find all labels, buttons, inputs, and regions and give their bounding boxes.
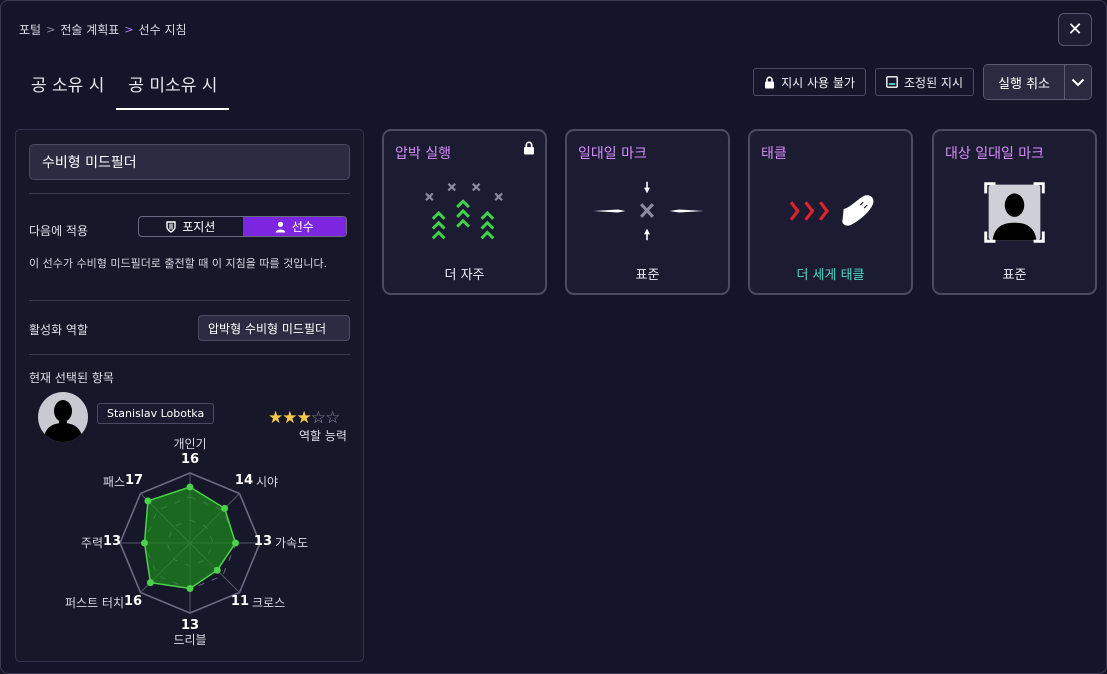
lock-icon bbox=[524, 141, 534, 155]
radar-attribute-value: 16 bbox=[124, 594, 142, 609]
active-role-select[interactable]: 압박형 수비형 미드필더 bbox=[198, 315, 350, 341]
card-title: 일대일 마크 bbox=[578, 146, 647, 162]
tab-in-possession[interactable]: 공 소유 시 bbox=[19, 67, 116, 110]
role-name-field[interactable]: 수비형 미드필더 bbox=[29, 144, 350, 180]
apply-player-option[interactable]: 선수 bbox=[242, 217, 346, 236]
player-name-tag: Stanislav Lobotka bbox=[97, 403, 215, 424]
mark-icon bbox=[593, 181, 704, 241]
adjusted-label: 조정된 지시 bbox=[904, 75, 964, 90]
radar-data-area bbox=[143, 486, 237, 590]
undo-split-button: 실행 취소 bbox=[983, 64, 1092, 100]
radar-point bbox=[232, 539, 239, 547]
radar-attribute-value: 13 bbox=[254, 534, 272, 549]
unavailable-instructions-button[interactable]: 지시 사용 불가 bbox=[753, 68, 866, 96]
apply-position-option[interactable]: 포지션 bbox=[139, 217, 243, 236]
target-mark-icon bbox=[984, 182, 1045, 243]
radar-attribute-label: 시야 bbox=[256, 475, 278, 489]
card-title: 대상 일대일 마크 bbox=[945, 146, 1045, 162]
radar-attribute-label: 개인기 bbox=[173, 437, 206, 451]
radar-point bbox=[146, 579, 154, 587]
card-title: 태클 bbox=[761, 146, 787, 162]
active-role-label: 활성화 역할 bbox=[29, 323, 89, 337]
star-filled-icon: ★ bbox=[268, 408, 283, 428]
shield-icon bbox=[166, 220, 176, 233]
radar-attribute-value: 11 bbox=[231, 594, 249, 609]
attribute-radar-chart: 개인기16시야14가속도13크로스11드리블13퍼스트 터치 16주력 13패스 17 bbox=[65, 437, 308, 647]
card-title: 압박 실행 bbox=[395, 146, 451, 162]
card-target-man-marking[interactable]: 대상 일대일 마크 표준 bbox=[932, 129, 1097, 295]
tackle-icon bbox=[789, 195, 874, 226]
chevron-right-icon: > bbox=[124, 23, 134, 36]
player-instructions-window: 포털 > 전술 계획표 > 선수 지침 ✕ 공 소유 시 공 미소유 시 지시 … bbox=[0, 0, 1107, 674]
radar-attribute-label: 퍼스트 터치 bbox=[65, 596, 124, 610]
radar-attribute-value: 13 bbox=[103, 534, 121, 549]
radar-attribute-value: 17 bbox=[125, 473, 143, 488]
card-tackling[interactable]: 태클 더 세게 태클 bbox=[748, 129, 913, 295]
radar-point bbox=[221, 504, 229, 512]
divider bbox=[29, 300, 350, 301]
undo-dropdown-button[interactable] bbox=[1064, 65, 1091, 99]
apply-to-label: 다음에 적용 bbox=[29, 224, 89, 238]
adjusted-instructions-button[interactable]: 조정된 지시 bbox=[875, 68, 975, 96]
radar-attribute-label: 크로스 bbox=[252, 596, 285, 610]
divider bbox=[29, 193, 350, 194]
chevron-right-icon: > bbox=[46, 23, 56, 36]
card-man-marking[interactable]: 일대일 마크 표준 bbox=[565, 129, 730, 295]
radar-attribute-value: 16 bbox=[181, 452, 199, 467]
role-ability-stars: ★★★☆☆ bbox=[268, 408, 340, 428]
card-pressing[interactable]: 압박 실행 더 자주 bbox=[382, 129, 547, 295]
breadcrumb-tactics[interactable]: 전술 계획표 bbox=[60, 21, 119, 38]
apply-description: 이 선수가 수비형 미드필더로 출전할 때 이 지침을 따를 것입니다. bbox=[29, 257, 328, 270]
radar-point bbox=[186, 483, 194, 491]
unavailable-label: 지시 사용 불가 bbox=[781, 75, 855, 90]
tab-bar: 공 소유 시 공 미소유 시 bbox=[19, 67, 230, 110]
card-value: 더 자주 bbox=[444, 268, 485, 283]
card-value: 표준 bbox=[635, 268, 660, 283]
apply-to-toggle: 포지션 선수 bbox=[138, 216, 347, 237]
radar-point bbox=[144, 497, 152, 505]
radar-point bbox=[186, 585, 194, 592]
person-icon bbox=[275, 221, 285, 232]
press-icon bbox=[425, 182, 503, 240]
undo-button[interactable]: 실행 취소 bbox=[984, 65, 1064, 99]
close-icon: ✕ bbox=[1067, 19, 1083, 40]
card-value: 더 세게 태클 bbox=[796, 268, 865, 283]
star-filled-icon: ★ bbox=[282, 408, 297, 428]
divider bbox=[29, 354, 350, 355]
close-button[interactable]: ✕ bbox=[1058, 13, 1092, 46]
tab-out-of-possession[interactable]: 공 미소유 시 bbox=[116, 67, 230, 110]
star-empty-icon: ☆ bbox=[325, 408, 340, 428]
apply-player-label: 선수 bbox=[291, 220, 314, 234]
star-empty-icon: ☆ bbox=[310, 408, 326, 428]
radar-attribute-label: 드리블 bbox=[173, 633, 206, 647]
role-panel: 수비형 미드필더 다음에 적용 포지션 선수 이 선수가 수비형 미드필더로 출… bbox=[15, 129, 364, 662]
radar-attribute-value: 13 bbox=[181, 618, 199, 633]
radar-attribute-value: 14 bbox=[235, 473, 253, 488]
lock-icon bbox=[765, 76, 775, 88]
radar-point bbox=[213, 566, 221, 574]
chevron-down-icon bbox=[1071, 78, 1085, 86]
breadcrumb-portal[interactable]: 포털 bbox=[19, 21, 41, 38]
star-filled-icon: ★ bbox=[296, 408, 312, 428]
card-value: 표준 bbox=[1002, 268, 1027, 283]
radar-attribute-label: 가속도 bbox=[275, 536, 308, 550]
current-selection-label: 현재 선택된 항목 bbox=[29, 371, 114, 385]
breadcrumb: 포털 > 전술 계획표 > 선수 지침 bbox=[19, 21, 187, 38]
breadcrumb-current: 선수 지침 bbox=[138, 23, 187, 37]
radar-attribute-label: 패스 bbox=[103, 475, 125, 489]
radar-point bbox=[141, 539, 148, 547]
adjusted-icon bbox=[886, 76, 898, 88]
top-actions: 지시 사용 불가 조정된 지시 실행 취소 bbox=[753, 64, 1092, 100]
radar-attribute-label: 주력 bbox=[81, 536, 103, 550]
apply-position-label: 포지션 bbox=[182, 220, 216, 234]
